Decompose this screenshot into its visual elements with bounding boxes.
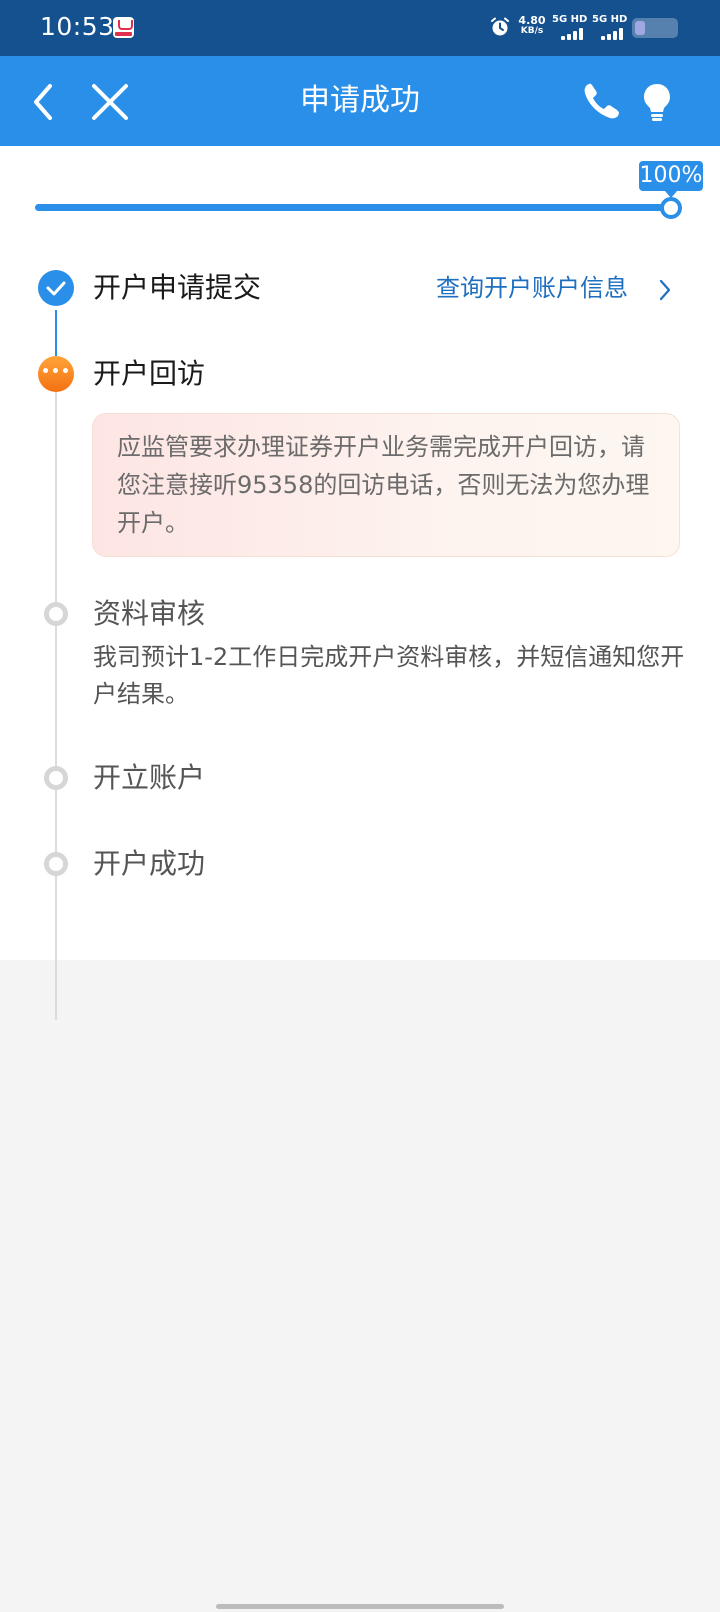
nav-header: 申请成功 <box>0 56 720 146</box>
check-icon <box>46 281 66 296</box>
tips-button[interactable] <box>627 72 687 132</box>
phone-button[interactable] <box>572 72 632 132</box>
query-account-link[interactable]: 查询开户账户信息 <box>436 270 671 306</box>
battery-icon <box>632 18 678 38</box>
phone-icon <box>584 83 619 119</box>
progress-fill <box>35 204 673 211</box>
status-time: 10:53 <box>40 12 115 41</box>
progress-knob <box>660 197 682 219</box>
close-icon <box>92 84 128 120</box>
main-panel: 100% 开户申请提交 查询开户账户信息 ••• 开户回访 应监管要求办理证券开… <box>0 146 720 1020</box>
network-speed-unit: KB/s <box>520 26 544 36</box>
progress-bar <box>35 204 673 211</box>
step-title-success: 开户成功 <box>93 847 206 880</box>
step-done-icon <box>38 270 74 306</box>
lightbulb-icon <box>644 84 670 121</box>
query-account-link-label: 查询开户账户信息 <box>436 274 628 302</box>
step-title-review: 资料审核 <box>93 597 206 630</box>
status-bar: 10:53 4.80 KB/s 5G HD 5G HD <box>0 0 720 56</box>
back-button[interactable] <box>14 72 74 132</box>
sim2-label: 5G HD <box>592 14 628 25</box>
back-icon <box>34 84 52 120</box>
step-desc-review: 我司预计1-2工作日完成开户资料审核，并短信通知您开户结果。 <box>93 643 685 708</box>
step-active-icon: ••• <box>38 356 74 392</box>
step-title-open-account: 开立账户 <box>93 761 206 794</box>
timeline-line-pending <box>55 380 57 1020</box>
step-pending-icon <box>44 602 68 626</box>
step-pending-icon <box>44 852 68 876</box>
signal-icon-sim1: 5G HD <box>552 14 588 40</box>
page-title: 申请成功 <box>300 83 420 118</box>
more-dots-icon: ••• <box>41 364 71 380</box>
step-title-callback: 开户回访 <box>93 357 206 390</box>
progress-label: 100% <box>639 161 703 198</box>
step-pending-icon <box>44 766 68 790</box>
alarm-icon <box>491 17 509 36</box>
chevron-right-icon <box>659 279 671 301</box>
app-notification-icon <box>113 17 134 38</box>
callback-notice: 应监管要求办理证券开户业务需完成开户回访，请您注意接听95358的回访电话，否则… <box>92 413 680 557</box>
close-button[interactable] <box>80 72 140 132</box>
network-speed: 4.80 KB/s <box>517 15 547 37</box>
signal-icon-sim2: 5G HD <box>592 14 628 40</box>
callback-notice-text: 应监管要求办理证券开户业务需完成开户回访，请您注意接听95358的回访电话，否则… <box>117 433 650 537</box>
sim1-label: 5G HD <box>552 14 588 25</box>
home-indicator[interactable] <box>216 1604 504 1609</box>
network-speed-value: 4.80 <box>518 14 546 27</box>
step-title-submit: 开户申请提交 <box>93 271 262 304</box>
